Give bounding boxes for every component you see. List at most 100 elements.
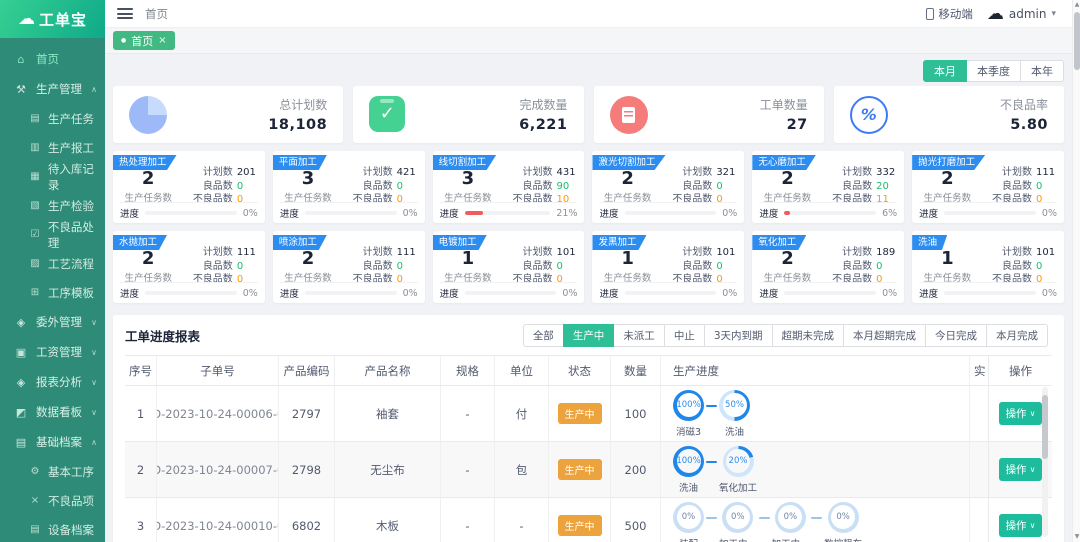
progress-bar bbox=[625, 291, 717, 295]
close-icon: × bbox=[28, 495, 42, 506]
flow-icon: ▨ bbox=[28, 258, 42, 269]
chevron-down-icon: ∨ bbox=[91, 348, 97, 357]
process-name-badge: 发黑加工 bbox=[592, 235, 646, 250]
template-icon: ⊞ bbox=[28, 287, 42, 298]
filter-overdue-incomplete[interactable]: 超期未完成 bbox=[772, 324, 845, 347]
avatar-cloud-icon: ☁ bbox=[987, 4, 1004, 24]
filter-done-today[interactable]: 今日完成 bbox=[925, 324, 987, 347]
filter-done-this-month[interactable]: 本月完成 bbox=[986, 324, 1048, 347]
production-icon: ⚒ bbox=[13, 83, 29, 96]
progress-bar bbox=[305, 291, 397, 295]
stat-card-defect-rate: % 不良品率 5.80 bbox=[834, 86, 1064, 143]
percent-icon: % bbox=[850, 96, 888, 134]
filter-suspended[interactable]: 中止 bbox=[664, 324, 705, 347]
step-progress-ring: 0% bbox=[775, 502, 806, 533]
step-progress-ring: 100% bbox=[673, 446, 704, 477]
sidebar-item-production-inspection[interactable]: ▧ 生产检验 bbox=[0, 191, 105, 220]
stat-cards-row: 总计划数 18,108 ✓ 完成数量 6,221 工单数量 27 bbox=[113, 86, 1064, 143]
progress-bar bbox=[465, 291, 557, 295]
period-tab-month[interactable]: 本月 bbox=[923, 60, 967, 82]
process-card-heat-treatment: 热处理加工 2生产任务数 计划数201 良品数0 不良品数0 进度0% bbox=[113, 151, 265, 223]
row-action-button[interactable]: 操作∨ bbox=[999, 458, 1043, 481]
process-card-oil-washing: 洗油 1生产任务数 计划数101 良品数0 不良品数0 进度0% bbox=[912, 231, 1064, 303]
process-card-laser-cutting: 激光切割加工 2生产任务数 计划数321 良品数0 不良品数0 进度0% bbox=[592, 151, 744, 223]
progress-bar bbox=[944, 291, 1036, 295]
row-action-button[interactable]: 操作∨ bbox=[999, 402, 1043, 425]
inspect-icon: ▧ bbox=[28, 200, 42, 211]
step-progress-ring: 0% bbox=[673, 502, 704, 533]
user-caret-icon: ▾ bbox=[1051, 9, 1056, 19]
topbar: 首页 移动端 ☁ admin ▾ bbox=[105, 0, 1080, 28]
progress-bar bbox=[145, 291, 237, 295]
sidebar-item-device-archives[interactable]: ▤ 设备档案 bbox=[0, 515, 105, 542]
production-progress-steps: 100%消磁3 50%洗油 bbox=[673, 390, 750, 438]
chevron-down-icon: ∨ bbox=[91, 378, 97, 387]
status-badge: 生产中 bbox=[558, 403, 602, 424]
chevron-up-icon: ∧ bbox=[91, 85, 97, 94]
sidebar-item-defect-items[interactable]: × 不良品项 bbox=[0, 486, 105, 515]
hamburger-menu-icon[interactable] bbox=[117, 8, 133, 19]
filter-in-production[interactable]: 生产中 bbox=[563, 324, 615, 347]
sidebar-item-inbound-records[interactable]: ▦ 待入库记录 bbox=[0, 162, 105, 191]
period-tab-year[interactable]: 本年 bbox=[1020, 60, 1064, 82]
filter-unassigned[interactable]: 未派工 bbox=[613, 324, 665, 347]
tab-close-icon[interactable]: × bbox=[158, 35, 166, 46]
chevron-up-icon: ∧ bbox=[91, 438, 97, 447]
filter-all[interactable]: 全部 bbox=[523, 324, 564, 347]
process-name-badge: 电镀加工 bbox=[433, 235, 487, 250]
step-connector bbox=[706, 405, 717, 407]
row-action-button[interactable]: 操作∨ bbox=[999, 514, 1043, 537]
step-progress-ring: 0% bbox=[722, 502, 753, 533]
tab-home[interactable]: ● 首页 × bbox=[113, 31, 175, 50]
process-name-badge: 水抛加工 bbox=[113, 235, 167, 250]
sidebar-item-basic-archives[interactable]: ▤ 基础档案 ∧ bbox=[0, 427, 105, 457]
mobile-link[interactable]: 移动端 bbox=[926, 6, 973, 22]
sidebar-item-defect-handling[interactable]: ☑ 不良品处理 bbox=[0, 220, 105, 249]
mobile-phone-icon bbox=[926, 8, 934, 20]
filter-month-overdue-done[interactable]: 本月超期完成 bbox=[843, 324, 926, 347]
main-area: 首页 移动端 ☁ admin ▾ ● 首页 × bbox=[105, 0, 1080, 542]
sidebar-item-data-board[interactable]: ◩ 数据看板 ∨ bbox=[0, 397, 105, 427]
app-window: ☁ 工单宝 ⌂ 首页 ⚒ 生产管理 ∧ ▤ 生产任务 ▥ 生产报工 ▦ bbox=[0, 0, 1080, 542]
scroll-down-arrow-icon[interactable]: ▼ bbox=[1073, 532, 1080, 542]
progress-bar bbox=[625, 211, 717, 215]
period-tab-quarter[interactable]: 本季度 bbox=[966, 60, 1021, 82]
sidebar-item-report-analysis[interactable]: ◈ 报表分析 ∨ bbox=[0, 367, 105, 397]
user-menu[interactable]: ☁ admin ▾ bbox=[987, 4, 1056, 24]
filter-due-3-days[interactable]: 3天内到期 bbox=[704, 324, 773, 347]
archive-icon: ▤ bbox=[13, 436, 29, 449]
sidebar-item-outsourcing-mgmt[interactable]: ◈ 委外管理 ∨ bbox=[0, 307, 105, 337]
sidebar: ☁ 工单宝 ⌂ 首页 ⚒ 生产管理 ∧ ▤ 生产任务 ▥ 生产报工 ▦ bbox=[0, 0, 105, 542]
step-connector bbox=[706, 517, 717, 519]
process-card-water-polish: 水抛加工 2生产任务数 计划数111 良品数0 不良品数0 进度0% bbox=[113, 231, 265, 303]
sidebar-item-process-flow[interactable]: ▨ 工艺流程 bbox=[0, 249, 105, 278]
chevron-down-icon: ∨ bbox=[91, 408, 97, 417]
wage-icon: ▣ bbox=[13, 346, 29, 359]
progress-bar bbox=[145, 211, 237, 215]
report-work-icon: ▥ bbox=[28, 142, 42, 153]
page-scrollbar[interactable]: ▲ ▼ bbox=[1072, 0, 1080, 542]
progress-bar bbox=[465, 211, 551, 215]
page-scrollbar-thumb[interactable] bbox=[1074, 12, 1080, 70]
progress-bar bbox=[944, 211, 1036, 215]
sidebar-item-basic-process[interactable]: ⚙ 基本工序 bbox=[0, 457, 105, 486]
sidebar-item-production-task[interactable]: ▤ 生产任务 bbox=[0, 104, 105, 133]
step-connector bbox=[706, 461, 717, 463]
sidebar-item-production-report[interactable]: ▥ 生产报工 bbox=[0, 133, 105, 162]
dashboard-content: 本月 本季度 本年 总计划数 18,108 ✓ 完成数量 6,22 bbox=[105, 54, 1080, 542]
process-name-badge: 喷涂加工 bbox=[273, 235, 327, 250]
sidebar-item-home[interactable]: ⌂ 首页 bbox=[0, 44, 105, 74]
process-card-wire-cutting: 线切割加工 3生产任务数 计划数431 良品数90 不良品数10 进度21% bbox=[433, 151, 585, 223]
table-row: 1 GD-2023-10-24-00006-01 2797 袖套 - 付 生产中… bbox=[125, 386, 1052, 442]
pie-chart-icon bbox=[129, 96, 167, 134]
stat-card-completed: ✓ 完成数量 6,221 bbox=[353, 86, 583, 143]
sidebar-item-production-mgmt[interactable]: ⚒ 生产管理 ∧ bbox=[0, 74, 105, 104]
table-header: 序号 子单号 产品编码 产品名称 规格 单位 状态 数量 生产进度 实 操作 bbox=[125, 355, 1052, 386]
scroll-up-arrow-icon[interactable]: ▲ bbox=[1073, 0, 1080, 10]
sidebar-menu: ⌂ 首页 ⚒ 生产管理 ∧ ▤ 生产任务 ▥ 生产报工 ▦ 待入库记录 ▧ bbox=[0, 38, 105, 542]
sidebar-item-process-template[interactable]: ⊞ 工序模板 bbox=[0, 278, 105, 307]
table-scrollbar[interactable] bbox=[1042, 387, 1048, 537]
breadcrumb[interactable]: 首页 bbox=[145, 6, 168, 22]
sidebar-item-wage-mgmt[interactable]: ▣ 工资管理 ∨ bbox=[0, 337, 105, 367]
task-icon: ▤ bbox=[28, 113, 42, 124]
